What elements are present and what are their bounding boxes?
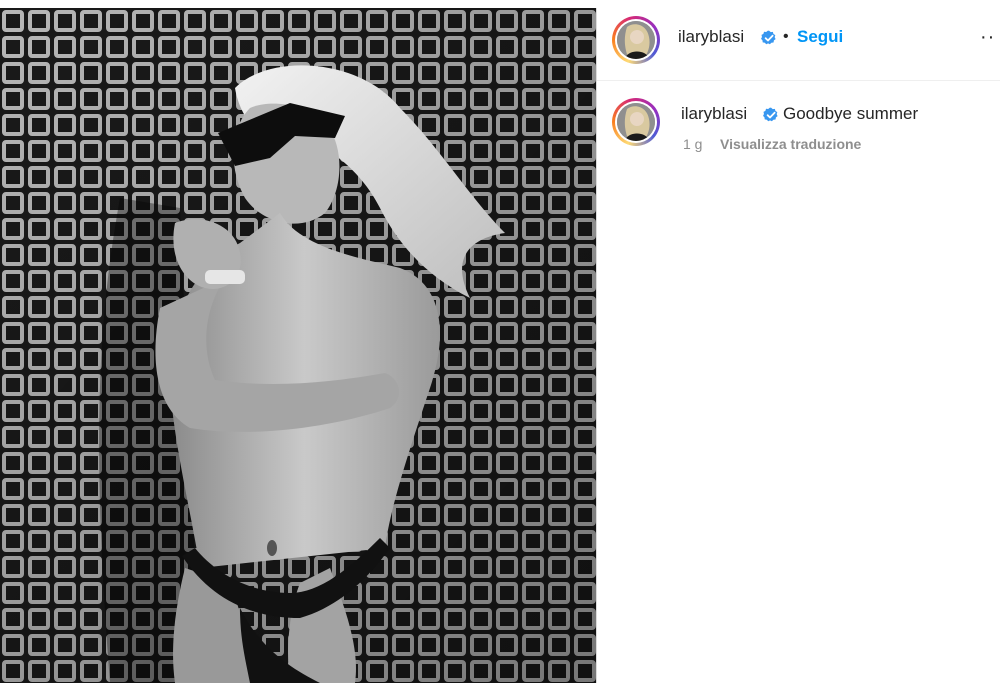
- verified-badge-icon: [763, 107, 778, 122]
- caption-author-avatar[interactable]: [612, 98, 660, 146]
- post-header: ilaryblasi • Segui ··: [597, 8, 1000, 81]
- more-options-icon[interactable]: ··: [980, 26, 995, 49]
- see-translation-link[interactable]: Visualizza traduzione: [720, 136, 861, 152]
- separator-dot: •: [783, 28, 789, 45]
- author-avatar[interactable]: [612, 16, 660, 64]
- follow-button[interactable]: Segui: [797, 27, 843, 47]
- author-username[interactable]: ilaryblasi: [678, 27, 744, 47]
- caption-author-username[interactable]: ilaryblasi: [681, 104, 747, 124]
- caption-text: Goodbye summer: [783, 104, 919, 123]
- post-side-panel: ilaryblasi • Segui ·· ilaryblasi Goodbye…: [597, 8, 1000, 683]
- post-time[interactable]: 1 g: [683, 136, 702, 152]
- post-image[interactable]: [0, 8, 596, 683]
- verified-badge-icon: [761, 30, 776, 45]
- instagram-post-view: ilaryblasi • Segui ·· ilaryblasi Goodbye…: [0, 0, 1000, 683]
